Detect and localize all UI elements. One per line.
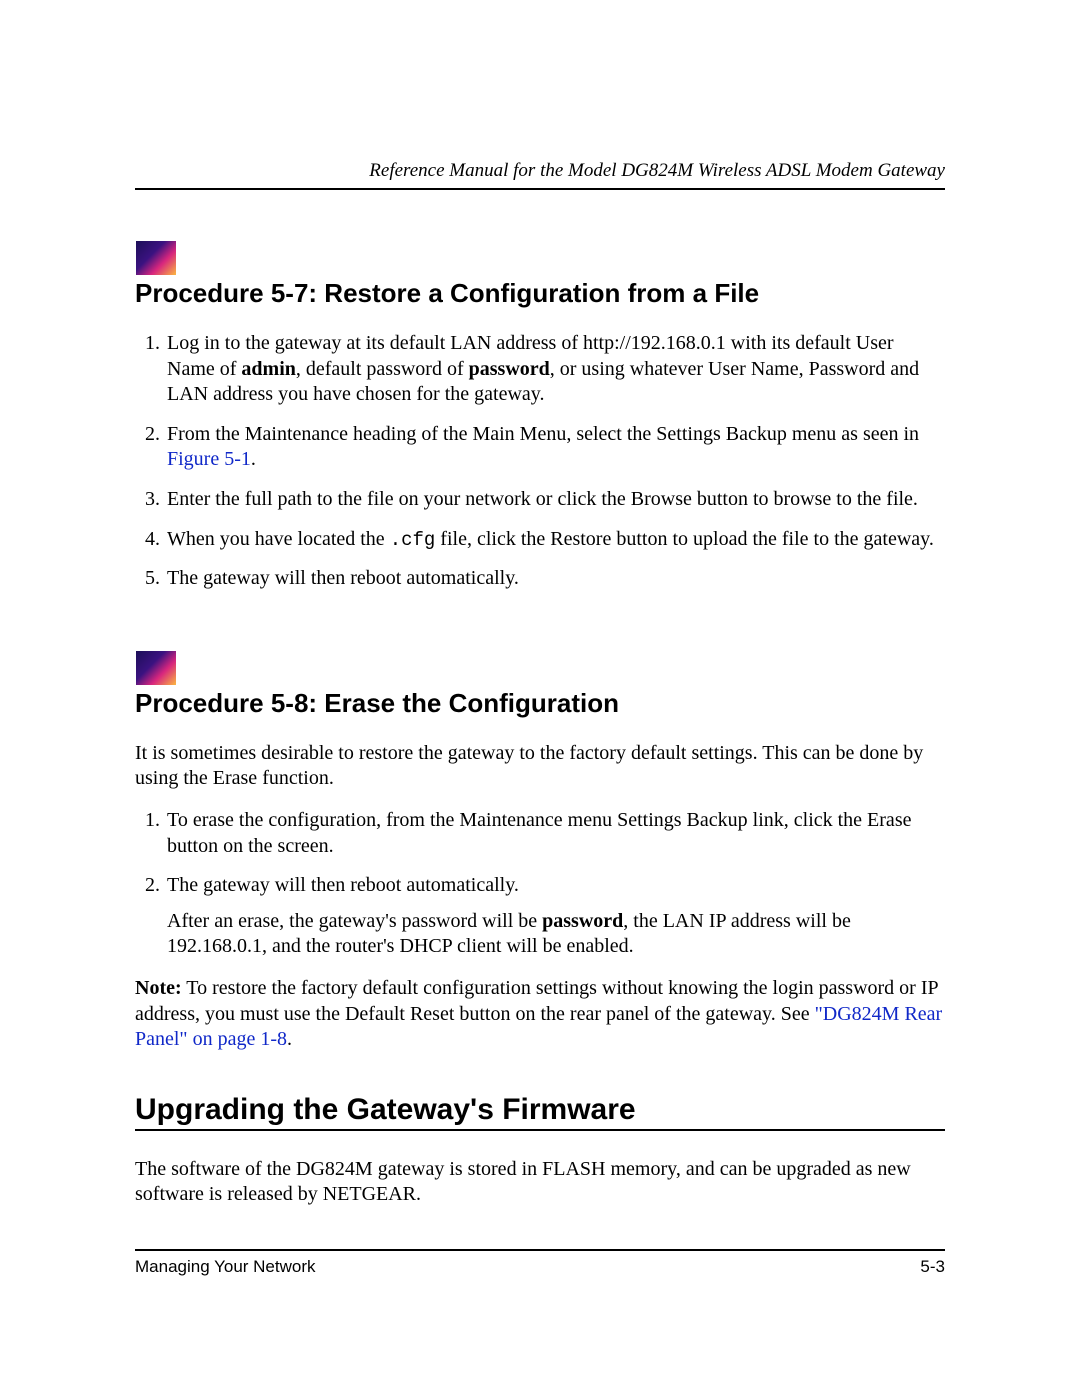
procedure-icon	[135, 240, 177, 276]
list-item: When you have located the .cfg file, cli…	[165, 527, 945, 553]
bold-password: password	[542, 910, 623, 932]
figure-link[interactable]: Figure 5-1	[167, 448, 251, 470]
step-text: file, click the Restore button to upload…	[435, 528, 934, 550]
footer-chapter: Managing Your Network	[135, 1257, 316, 1277]
bold-admin: admin	[241, 358, 295, 380]
list-item: From the Maintenance heading of the Main…	[165, 422, 945, 473]
step-text: , default password of	[296, 358, 469, 380]
step-text: .	[251, 448, 256, 470]
running-header: Reference Manual for the Model DG824M Wi…	[135, 160, 945, 188]
procedure-icon	[135, 650, 177, 686]
note-paragraph: Note: To restore the factory default con…	[135, 976, 945, 1053]
list-item: Enter the full path to the file on your …	[165, 487, 945, 513]
document-page: Reference Manual for the Model DG824M Wi…	[0, 0, 1080, 1397]
footer-page-number: 5-3	[920, 1257, 945, 1277]
footer-rule	[135, 1249, 945, 1251]
text: After an erase, the gateway's password w…	[167, 910, 542, 932]
list-item: The gateway will then reboot automatical…	[165, 873, 945, 960]
section-rule	[135, 1129, 945, 1131]
list-item: Log in to the gateway at its default LAN…	[165, 331, 945, 408]
list-item: To erase the configuration, from the Mai…	[165, 808, 945, 859]
section-body: The software of the DG824M gateway is st…	[135, 1157, 945, 1208]
note-label: Note:	[135, 977, 182, 999]
procedure-5-7-title: Procedure 5-7: Restore a Configuration f…	[135, 278, 945, 309]
step-text: To erase the configuration, from the Mai…	[167, 809, 911, 857]
note-text: .	[287, 1028, 292, 1050]
step-text: The gateway will then reboot automatical…	[167, 567, 519, 589]
step-text: From the Maintenance heading of the Main…	[167, 423, 919, 445]
page-footer: Managing Your Network 5-3	[135, 1249, 945, 1277]
bold-password: password	[469, 358, 550, 380]
list-item: The gateway will then reboot automatical…	[165, 566, 945, 592]
procedure-5-8-steps: To erase the configuration, from the Mai…	[135, 808, 945, 960]
code-cfg: .cfg	[390, 529, 436, 551]
step-text: The gateway will then reboot automatical…	[167, 874, 519, 896]
section-heading: Upgrading the Gateway's Firmware	[135, 1093, 945, 1127]
procedure-5-7-steps: Log in to the gateway at its default LAN…	[135, 331, 945, 592]
procedure-5-8-title: Procedure 5-8: Erase the Configuration	[135, 688, 945, 719]
header-rule	[135, 188, 945, 190]
step-text: Enter the full path to the file on your …	[167, 488, 918, 510]
step-subtext: After an erase, the gateway's password w…	[167, 909, 945, 960]
step-text: When you have located the	[167, 528, 390, 550]
procedure-5-8-intro: It is sometimes desirable to restore the…	[135, 741, 945, 792]
